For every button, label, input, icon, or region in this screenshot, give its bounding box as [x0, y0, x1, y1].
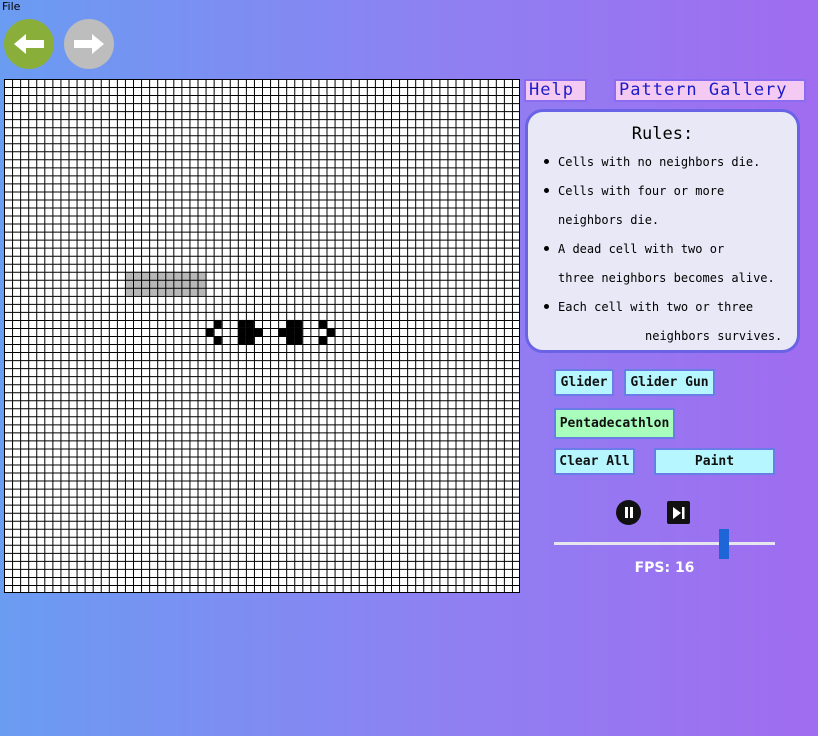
highlight-cell[interactable]	[181, 279, 190, 288]
paint-button[interactable]: Paint	[654, 448, 775, 475]
menu-file[interactable]: File	[0, 0, 20, 14]
highlight-cell[interactable]	[189, 271, 198, 280]
highlight-cell[interactable]	[197, 271, 206, 280]
highlight-cell[interactable]	[149, 287, 158, 296]
forward-button[interactable]	[64, 19, 114, 69]
highlight-cell[interactable]	[124, 287, 133, 296]
clear-all-button[interactable]: Clear All	[554, 448, 635, 475]
highlight-cell[interactable]	[149, 279, 158, 288]
alive-cell[interactable]	[237, 327, 246, 336]
highlight-cell[interactable]	[157, 287, 166, 296]
rule-item: Cells with four or more	[544, 184, 725, 198]
highlight-cell[interactable]	[189, 287, 198, 296]
alive-cell[interactable]	[278, 327, 287, 336]
bullet-icon	[544, 159, 549, 164]
highlight-cell[interactable]	[165, 271, 174, 280]
alive-cell[interactable]	[245, 327, 254, 336]
rule-text: A dead cell with two or	[558, 242, 725, 256]
alive-cell[interactable]	[213, 319, 222, 328]
help-button[interactable]: Help	[524, 79, 587, 102]
highlight-cell[interactable]	[181, 287, 190, 296]
bullet-icon	[544, 246, 549, 251]
alive-cell[interactable]	[294, 327, 303, 336]
highlight-cell[interactable]	[173, 287, 182, 296]
alive-cell[interactable]	[294, 319, 303, 328]
highlight-cell[interactable]	[173, 271, 182, 280]
rule-item-continued: neighbors survives.	[645, 329, 782, 343]
rule-text: neighbors die.	[558, 213, 660, 227]
alive-cell[interactable]	[205, 327, 214, 336]
alive-cell[interactable]	[294, 336, 303, 345]
alive-cell[interactable]	[237, 336, 246, 345]
glider-gun-button[interactable]: Glider Gun	[624, 369, 715, 396]
rule-item-continued: three neighbors becomes alive.	[558, 271, 775, 285]
rule-item: Each cell with two or three	[544, 300, 754, 314]
rule-text: Each cell with two or three	[558, 300, 754, 314]
alive-cell[interactable]	[245, 319, 254, 328]
highlight-cell[interactable]	[141, 279, 150, 288]
rule-item: A dead cell with two or	[544, 242, 725, 256]
step-forward-icon	[673, 506, 685, 519]
pause-icon	[624, 507, 633, 518]
highlight-cell[interactable]	[197, 279, 206, 288]
life-grid[interactable]	[4, 79, 520, 593]
alive-cell[interactable]	[286, 327, 295, 336]
highlight-cell[interactable]	[197, 287, 206, 296]
highlight-cell[interactable]	[149, 271, 158, 280]
alive-cell[interactable]	[286, 336, 295, 345]
highlight-cell[interactable]	[124, 271, 133, 280]
bullet-icon	[544, 188, 549, 193]
grid-lines	[4, 79, 520, 593]
alive-cell[interactable]	[253, 327, 262, 336]
fps-label: FPS: 16	[634, 560, 695, 576]
rule-item-continued: neighbors die.	[558, 213, 659, 227]
alive-cell[interactable]	[318, 319, 327, 328]
rule-text: three neighbors becomes alive.	[558, 271, 775, 285]
highlight-cell[interactable]	[124, 279, 133, 288]
arrow-right-icon	[74, 34, 104, 54]
fps-slider-thumb[interactable]	[718, 529, 729, 559]
alive-cell[interactable]	[237, 319, 246, 328]
pattern-gallery-button[interactable]: Pattern Gallery	[614, 79, 806, 102]
arrow-left-icon	[14, 34, 44, 54]
highlight-cell[interactable]	[165, 279, 174, 288]
highlight-cell[interactable]	[141, 287, 150, 296]
highlight-cell[interactable]	[165, 287, 174, 296]
highlight-cell[interactable]	[189, 279, 198, 288]
highlight-cell[interactable]	[157, 279, 166, 288]
rules-panel: Rules: Cells with no neighbors die. Cell…	[525, 109, 800, 353]
fps-slider-track[interactable]	[554, 542, 775, 545]
rule-item: Cells with no neighbors die.	[544, 155, 761, 169]
highlight-cell[interactable]	[181, 271, 190, 280]
highlight-cell[interactable]	[133, 279, 142, 288]
rules-title: Rules:	[631, 124, 694, 144]
alive-cell[interactable]	[326, 327, 335, 336]
bullet-icon	[544, 304, 549, 309]
rule-text: Cells with no neighbors die.	[558, 155, 761, 169]
pause-button[interactable]	[616, 500, 641, 525]
step-forward-button[interactable]	[667, 501, 690, 524]
highlight-cell[interactable]	[157, 271, 166, 280]
highlight-cell[interactable]	[133, 287, 142, 296]
alive-cell[interactable]	[286, 319, 295, 328]
rule-text: neighbors survives.	[645, 329, 783, 343]
rule-text: Cells with four or more	[558, 184, 725, 198]
grid-canvas[interactable]	[4, 79, 520, 593]
alive-cell[interactable]	[213, 336, 222, 345]
back-button[interactable]	[4, 19, 54, 69]
pentadecathlon-button[interactable]: Pentadecathlon	[554, 408, 675, 439]
alive-cell[interactable]	[245, 336, 254, 345]
highlight-cell[interactable]	[173, 279, 182, 288]
alive-cell[interactable]	[318, 336, 327, 345]
highlight-cell[interactable]	[141, 271, 150, 280]
glider-button[interactable]: Glider	[554, 369, 614, 396]
highlight-cell[interactable]	[133, 271, 142, 280]
